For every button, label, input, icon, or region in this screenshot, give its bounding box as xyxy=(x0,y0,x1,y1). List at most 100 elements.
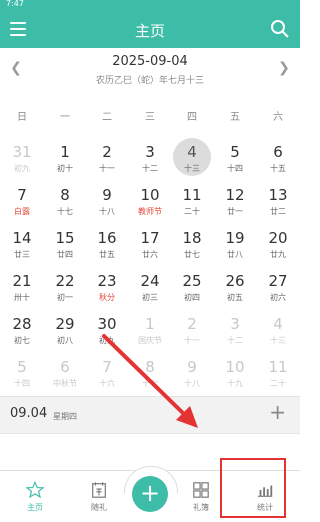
calendar-day[interactable]: 20 廿九 xyxy=(257,224,299,268)
day-number: 18 xyxy=(182,229,202,247)
day-number: 20 xyxy=(268,229,288,247)
calendar-day[interactable]: 7 白露 xyxy=(1,181,43,225)
search-icon[interactable] xyxy=(270,19,290,39)
calendar-day[interactable]: 16 廿五 xyxy=(86,224,128,268)
weekday-label: 一 xyxy=(60,112,70,123)
calendar-day[interactable]: 19 廿八 xyxy=(214,224,256,268)
lunar-label: 初九 xyxy=(14,164,30,173)
calendar-day[interactable]: 5 十四 xyxy=(214,138,256,182)
lunar-label: 初七 xyxy=(14,336,30,345)
add-record-button[interactable]: + xyxy=(132,476,168,512)
calendar-day[interactable]: 25 初四 xyxy=(171,267,213,311)
status-time: 7:47 xyxy=(6,0,24,8)
calendar-day[interactable]: 24 初三 xyxy=(129,267,171,311)
lunar-label: 初八 xyxy=(57,336,73,345)
weekday-label: 五 xyxy=(230,112,240,123)
lunar-label: 十六 xyxy=(99,379,115,388)
day-number: 6 xyxy=(273,143,283,161)
calendar-day[interactable]: 22 初一 xyxy=(44,267,86,311)
calendar-day-selected[interactable]: 4 十三 xyxy=(171,138,213,182)
calendar-day[interactable]: 8 十七 xyxy=(129,353,171,397)
day-number: 9 xyxy=(102,186,112,204)
lunar-date: 农历乙巳（蛇）年七月十三 xyxy=(95,76,204,86)
day-number: 6 xyxy=(60,358,70,376)
tab-home[interactable]: 主页 xyxy=(10,481,60,513)
date-navigator: ❮ 2025-09-04 农历乙巳（蛇）年七月十三 ❯ xyxy=(0,48,300,92)
calendar-day[interactable]: 13 廿二 xyxy=(257,181,299,225)
lunar-label: 初六 xyxy=(270,293,286,302)
lunar-label: 廿七 xyxy=(184,250,200,259)
calendar-day[interactable]: 31 初九 xyxy=(1,138,43,182)
calendar-day[interactable]: 10 教师节 xyxy=(129,181,171,225)
lunar-label: 卅十 xyxy=(14,293,30,302)
day-number: 29 xyxy=(55,315,75,333)
calendar-day[interactable]: 27 初六 xyxy=(257,267,299,311)
day-number: 5 xyxy=(17,358,27,376)
calendar-day[interactable]: 1 初十 xyxy=(44,138,86,182)
add-event-button[interactable]: + xyxy=(269,400,286,424)
day-number: 1 xyxy=(145,315,155,333)
weekday-label: 二 xyxy=(102,112,112,123)
calendar-day[interactable]: 4 十三 xyxy=(257,310,299,354)
current-date[interactable]: 2025-09-04 xyxy=(0,54,300,69)
calendar-day[interactable]: 30 初九 xyxy=(86,310,128,354)
lunar-label: 初三 xyxy=(142,293,158,302)
day-number: 7 xyxy=(102,358,112,376)
day-number: 3 xyxy=(145,143,155,161)
lunar-label: 二十 xyxy=(270,379,286,388)
day-number: 13 xyxy=(268,186,288,204)
lunar-label: 十七 xyxy=(142,379,158,388)
calendar-day[interactable]: 9 十八 xyxy=(86,181,128,225)
tab-gift-record[interactable]: 随礼 xyxy=(74,481,124,513)
status-bar: 7:47 xyxy=(0,0,300,10)
calendar-day[interactable]: 7 十六 xyxy=(86,353,128,397)
calendar-day[interactable]: 26 初五 xyxy=(214,267,256,311)
lunar-label: 初九 xyxy=(99,336,115,345)
calendar-day[interactable]: 14 廿三 xyxy=(1,224,43,268)
calendar-day[interactable]: 21 卅十 xyxy=(1,267,43,311)
day-number: 7 xyxy=(17,186,27,204)
calendar-day[interactable]: 1 国庆节 xyxy=(129,310,171,354)
calendar-day[interactable]: 28 初七 xyxy=(1,310,43,354)
calendar-day[interactable]: 6 中秋节 xyxy=(44,353,86,397)
calendar-day[interactable]: 9 十八 xyxy=(171,353,213,397)
calendar-day[interactable]: 3 十二 xyxy=(129,138,171,182)
calendar-day[interactable]: 3 十二 xyxy=(214,310,256,354)
lunar-label: 廿一 xyxy=(227,207,243,216)
calendar-day[interactable]: 23 秋分 xyxy=(86,267,128,311)
app-header: 主页 xyxy=(0,10,300,48)
calendar-day[interactable]: 5 十四 xyxy=(1,353,43,397)
calendar-day[interactable]: 8 十七 xyxy=(44,181,86,225)
calendar-day[interactable]: 11 二十 xyxy=(257,353,299,397)
lunar-label: 十七 xyxy=(57,207,73,216)
weekday-label: 四 xyxy=(187,112,197,123)
day-number: 4 xyxy=(273,315,283,333)
calendar-day[interactable]: 2 十一 xyxy=(171,310,213,354)
lunar-label: 二十 xyxy=(184,207,200,216)
calendar-day[interactable]: 2 十一 xyxy=(86,138,128,182)
calendar-day[interactable]: 29 初八 xyxy=(44,310,86,354)
calendar-day[interactable]: 11 二十 xyxy=(171,181,213,225)
day-number: 22 xyxy=(55,272,75,290)
lunar-label: 中秋节 xyxy=(53,379,77,388)
next-month-icon[interactable]: ❯ xyxy=(276,58,292,78)
calendar-day[interactable]: 6 十五 xyxy=(257,138,299,182)
lunar-label: 廿三 xyxy=(14,250,30,259)
day-number: 11 xyxy=(268,358,288,376)
tab-book[interactable]: 礼簿 xyxy=(176,481,226,513)
lunar-label: 初十 xyxy=(57,164,73,173)
lunar-label: 十五 xyxy=(270,164,286,173)
day-number: 2 xyxy=(102,143,112,161)
tab-book-label: 礼簿 xyxy=(193,503,209,512)
calendar-day[interactable]: 18 廿七 xyxy=(171,224,213,268)
calendar-day[interactable]: 17 廿六 xyxy=(129,224,171,268)
day-number: 3 xyxy=(230,315,240,333)
tab-gift-record-label: 随礼 xyxy=(91,503,107,512)
day-number: 19 xyxy=(225,229,245,247)
calendar-day[interactable]: 15 廿四 xyxy=(44,224,86,268)
calendar-day[interactable]: 10 十九 xyxy=(214,353,256,397)
weekday-label: 六 xyxy=(273,112,283,123)
day-number: 31 xyxy=(12,143,32,161)
calendar-day[interactable]: 12 廿一 xyxy=(214,181,256,225)
day-number: 12 xyxy=(225,186,245,204)
